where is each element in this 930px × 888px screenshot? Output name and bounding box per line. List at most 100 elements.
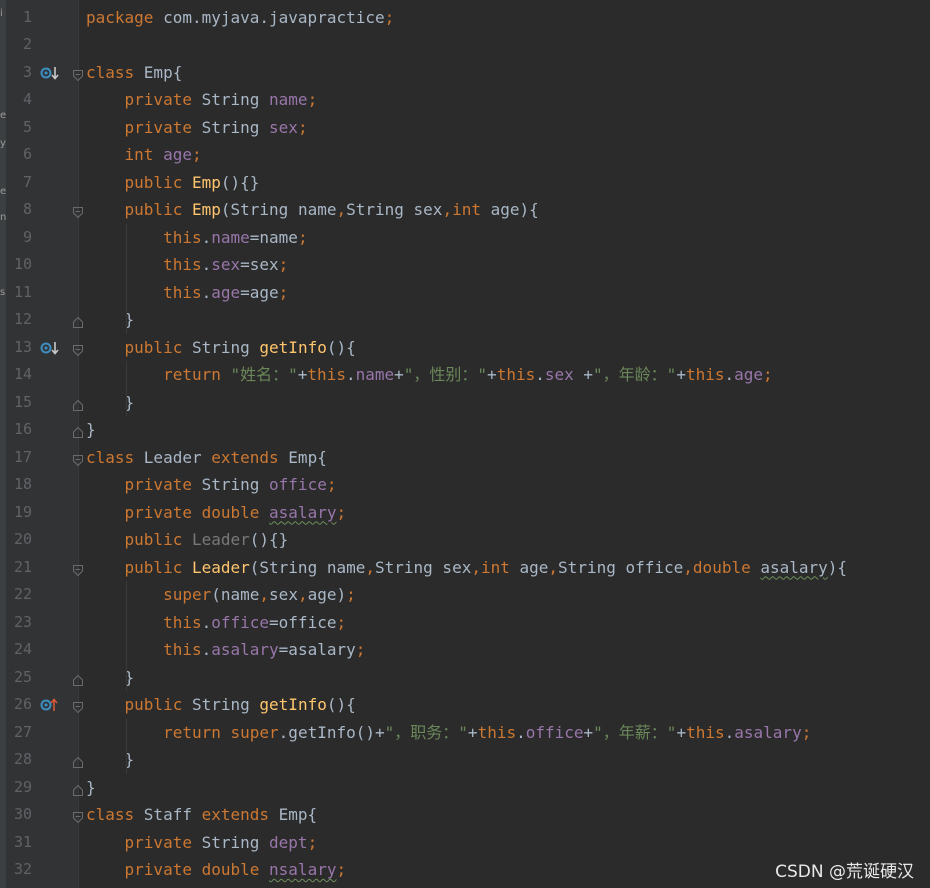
code-text[interactable]: this.name=name; <box>86 224 308 252</box>
code-text[interactable]: public Leader(){} <box>86 526 289 554</box>
code-line[interactable]: 21 public Leader(String name,String sex,… <box>0 554 930 582</box>
code-token: age <box>163 145 192 164</box>
code-text[interactable]: private String office; <box>86 471 337 499</box>
code-token: String office <box>558 557 684 577</box>
code-line[interactable]: 4 private String name; <box>0 86 930 114</box>
code-token: ; <box>326 475 337 494</box>
code-text[interactable]: class Emp{ <box>86 59 182 87</box>
code-line[interactable]: 18 private String office; <box>0 471 930 499</box>
code-line[interactable]: 2 <box>0 31 930 59</box>
code-token: Leader <box>191 557 250 577</box>
fold-close-icon[interactable] <box>72 397 84 411</box>
code-token: public <box>124 695 192 714</box>
code-line[interactable]: 20 public Leader(){} <box>0 526 930 554</box>
code-line[interactable]: 30 class Staff extends Emp{ <box>0 801 930 829</box>
fold-open-icon[interactable] <box>72 452 84 466</box>
code-token: private <box>124 117 202 137</box>
code-line[interactable]: 6 int age; <box>0 141 930 169</box>
code-token: String <box>191 695 260 714</box>
code-text[interactable]: this.age=age; <box>86 279 288 307</box>
code-text[interactable]: private String name; <box>86 86 318 114</box>
code-token: , <box>336 200 347 219</box>
code-line[interactable]: 19 private double asalary; <box>0 499 930 527</box>
code-text[interactable]: private String dept; <box>86 829 318 857</box>
code-text[interactable]: public String getInfo(){ <box>86 691 356 719</box>
code-token: , <box>442 200 453 219</box>
code-line[interactable]: 23 this.office=office; <box>0 609 930 637</box>
code-text[interactable]: public String getInfo(){ <box>86 334 356 362</box>
code-line[interactable]: 17 class Leader extends Emp{ <box>0 444 930 472</box>
code-line[interactable]: 10 this.sex=sex; <box>0 251 930 279</box>
code-text[interactable]: public Emp(String name,String sex,int ag… <box>86 196 539 224</box>
indent-guide <box>126 223 127 334</box>
code-text[interactable]: } <box>86 774 96 802</box>
fold-open-icon[interactable] <box>72 809 84 824</box>
fold-open-icon[interactable] <box>72 204 84 219</box>
code-text[interactable]: class Staff extends Emp{ <box>86 801 317 829</box>
fold-close-icon[interactable] <box>72 424 84 438</box>
code-line[interactable]: 11 this.age=age; <box>0 279 930 307</box>
code-text[interactable]: private double asalary; <box>86 499 347 527</box>
indent-guide <box>126 361 127 416</box>
fold-open-icon[interactable] <box>72 562 84 576</box>
implemented-down-icon[interactable] <box>40 340 64 356</box>
code-token: (){ <box>326 695 356 714</box>
code-line[interactable]: 14 return "姓名："+this.name+"，性别："+this.se… <box>0 361 930 389</box>
code-line[interactable]: 22 super(name,sex,age); <box>0 581 930 609</box>
code-token: double <box>201 860 270 879</box>
code-text[interactable]: package com.myjava.javapractice; <box>86 4 394 32</box>
code-text[interactable]: } <box>86 416 96 444</box>
fold-close-icon[interactable] <box>72 672 84 686</box>
code-text[interactable]: int age; <box>86 141 202 169</box>
code-line[interactable]: 15 } <box>0 389 930 417</box>
code-token: this <box>163 255 202 274</box>
code-line[interactable]: 5 private String sex; <box>0 114 930 142</box>
code-text[interactable]: this.asalary=asalary; <box>86 636 365 664</box>
code-line[interactable]: 26 public String getInfo(){ <box>0 691 930 719</box>
code-text[interactable]: public Leader(String name,String sex,int… <box>86 554 848 582</box>
code-text[interactable]: this.sex=sex; <box>86 251 288 279</box>
fold-open-icon[interactable] <box>72 67 84 81</box>
code-line[interactable]: 1 package com.myjava.javapractice; <box>0 4 930 32</box>
line-number: 16 <box>13 420 32 438</box>
fold-close-icon[interactable] <box>72 314 84 328</box>
code-line[interactable]: 16} <box>0 416 930 444</box>
fold-close-icon[interactable] <box>72 754 84 768</box>
code-line[interactable]: 28 } <box>0 746 930 774</box>
code-line[interactable]: 9 this.name=name; <box>0 224 930 252</box>
code-token: . <box>201 612 212 632</box>
code-line[interactable]: 12 } <box>0 306 930 334</box>
code-text[interactable]: return "姓名："+this.name+"，性别："+this.sex +… <box>86 361 773 389</box>
line-number: 18 <box>13 475 32 493</box>
code-line[interactable]: 3 class Emp{ <box>0 59 930 87</box>
code-text[interactable]: class Leader extends Emp{ <box>86 444 327 472</box>
code-line[interactable]: 8 public Emp(String name,String sex,int … <box>0 196 930 224</box>
code-text[interactable]: public Emp(){} <box>86 169 260 197</box>
fold-open-icon[interactable] <box>72 699 84 714</box>
code-token: package <box>86 7 164 27</box>
implemented-down-icon[interactable] <box>40 65 64 81</box>
code-line[interactable]: 31 private String dept; <box>0 829 930 857</box>
code-line[interactable]: 13 public String getInfo(){ <box>0 334 930 362</box>
code-token: sex <box>269 585 298 604</box>
code-text[interactable]: private String sex; <box>86 114 308 142</box>
code-token: Emp{ <box>143 62 183 82</box>
code-token: this <box>163 227 202 247</box>
code-line[interactable]: 25 } <box>0 664 930 692</box>
line-number: 13 <box>13 337 32 356</box>
code-text[interactable]: return super.getInfo()+"，职务："+this.offic… <box>86 719 811 747</box>
override-up-icon[interactable] <box>40 697 64 713</box>
code-token: + <box>394 365 404 384</box>
code-line[interactable]: 29} <box>0 774 930 802</box>
code-token: this <box>477 722 517 742</box>
code-line[interactable]: 7 public Emp(){} <box>0 169 930 197</box>
code-line[interactable]: 24 this.asalary=asalary; <box>0 636 930 664</box>
code-line[interactable]: 27 return super.getInfo()+"，职务："+this.of… <box>0 719 930 747</box>
code-token: int <box>480 557 520 577</box>
code-text[interactable]: private double nsalary; <box>86 856 347 884</box>
fold-open-icon[interactable] <box>72 342 84 356</box>
fold-close-icon[interactable] <box>72 782 84 796</box>
